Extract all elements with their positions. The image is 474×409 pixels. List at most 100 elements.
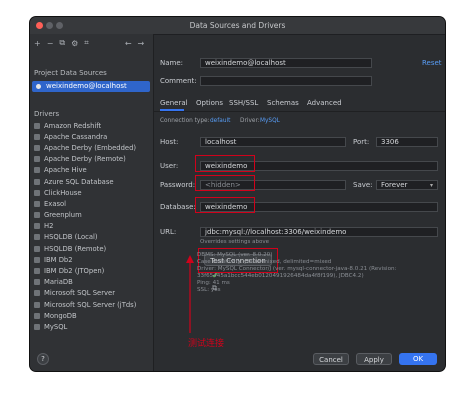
driver-item[interactable]: HSQLDB (Local) [34, 232, 150, 243]
driver-value[interactable]: MySQL [260, 118, 280, 124]
driver-label: MariaDB [44, 278, 73, 287]
tab-advanced[interactable]: Advanced [307, 99, 342, 107]
database-icon [34, 200, 40, 207]
settings-icon[interactable]: ⚙ [71, 39, 78, 48]
selected-data-source[interactable]: weixindemo@localhost [32, 81, 150, 92]
host-field[interactable]: localhost [200, 137, 346, 147]
driver-item[interactable]: Apache Cassandra [34, 131, 150, 142]
password-label: Password: [160, 181, 196, 189]
cancel-button[interactable]: Cancel [313, 353, 349, 365]
status-line: 33f65445a1bcc544eb0120491926484da4f8f199… [197, 273, 364, 279]
driver-label: ClickHouse [44, 188, 82, 197]
driver-label: HSQLDB (Remote) [44, 244, 107, 253]
database-icon [34, 312, 40, 319]
driver-item[interactable]: Apache Hive [34, 165, 150, 176]
database-icon [34, 122, 40, 129]
driver-item[interactable]: Apache Derby (Embedded) [34, 142, 150, 153]
apply-button[interactable]: Apply [356, 353, 392, 365]
data-source-label: weixindemo@localhost [46, 82, 127, 90]
driver-item[interactable]: ClickHouse [34, 187, 150, 198]
connection-type-label: Connection type: [160, 118, 210, 124]
driver-label: Apache Derby (Remote) [44, 155, 126, 164]
driver-item[interactable]: Greenplum [34, 210, 150, 221]
active-tab-indicator [160, 109, 184, 111]
add-icon[interactable]: + [34, 39, 41, 48]
comment-field[interactable] [200, 76, 372, 86]
mysql-icon [36, 84, 41, 89]
driver-label: IBM Db2 (JTOpen) [44, 267, 105, 276]
chart-icon[interactable]: ⌗ [84, 38, 89, 48]
comment-label: Comment: [160, 77, 197, 85]
port-field[interactable]: 3306 [376, 137, 438, 147]
status-line: SSL: yes [197, 287, 221, 293]
driver-item[interactable]: IBM Db2 (JTOpen) [34, 265, 150, 276]
driver-item[interactable]: MariaDB [34, 277, 150, 288]
driver-label: Exasol [44, 199, 67, 208]
driver-item[interactable]: Azure SQL Database [34, 176, 150, 187]
save-select-value: Forever [381, 181, 408, 189]
driver-label: IBM Db2 [44, 255, 73, 264]
driver-label: MongoDB [44, 311, 77, 320]
save-select[interactable]: Forever ▾ [376, 180, 438, 190]
ok-button[interactable]: OK [399, 353, 437, 365]
highlight-password [195, 175, 255, 191]
annotation-text: 测试连接 [188, 339, 225, 349]
tab-sshssl[interactable]: SSH/SSL [229, 99, 258, 107]
database-icon [34, 245, 40, 252]
highlight-database [195, 197, 255, 213]
database-icon [34, 178, 40, 185]
tab-options[interactable]: Options [196, 99, 223, 107]
driver-item[interactable]: Microsoft SQL Server [34, 288, 150, 299]
driver-item[interactable]: H2 [34, 221, 150, 232]
driver-item[interactable]: HSQLDB (Remote) [34, 243, 150, 254]
driver-item[interactable]: Microsoft SQL Server (jTds) [34, 299, 150, 310]
database-icon [34, 301, 40, 308]
connection-type-value[interactable]: default [210, 118, 230, 124]
database-icon [34, 189, 40, 196]
database-icon [34, 268, 40, 275]
database-icon [34, 212, 40, 219]
remove-icon[interactable]: − [47, 39, 54, 48]
dialog-window: Data Sources and Drivers + − ⧉ ⚙ ⌗ ← → P… [30, 17, 445, 371]
reset-link[interactable]: Reset [422, 59, 442, 67]
driver-item[interactable]: Amazon Redshift [34, 120, 150, 131]
help-button[interactable]: ? [37, 353, 49, 365]
database-icon [34, 234, 40, 241]
database-icon [34, 144, 40, 151]
driver-item[interactable]: MySQL [34, 321, 150, 332]
window-title: Data Sources and Drivers [189, 21, 286, 30]
settings-tabs: General Options SSH/SSL Schemas Advanced [154, 97, 445, 112]
forward-icon[interactable]: → [138, 39, 145, 48]
chevron-down-icon: ▾ [429, 182, 433, 189]
database-icon [34, 279, 40, 286]
driver-list: Amazon Redshift Apache Cassandra Apache De… [34, 120, 150, 333]
name-label: Name: [160, 59, 184, 67]
copy-icon[interactable]: ⧉ [59, 38, 65, 48]
driver-item[interactable]: IBM Db2 [34, 254, 150, 265]
tab-general[interactable]: General [160, 99, 188, 107]
tab-schemas[interactable]: Schemas [267, 99, 299, 107]
host-label: Host: [160, 138, 179, 146]
highlight-user [195, 155, 255, 172]
driver-label: Driver: [240, 118, 260, 124]
database-icon [34, 133, 40, 140]
connection-status: DBMS: MySQL (ver. 8.0.20) Case sensitivit… [197, 252, 396, 294]
status-line: Case sensitivity: plain=mixed, delimited… [197, 259, 332, 265]
url-field[interactable]: jdbc:mysql://localhost:3306/weixindemo [200, 227, 438, 237]
status-line: DBMS: MySQL (ver. 8.0.20) [197, 252, 273, 258]
driver-label: Apache Cassandra [44, 132, 108, 141]
driver-label: Apache Derby (Embedded) [44, 143, 137, 152]
driver-item[interactable]: Exasol [34, 198, 150, 209]
status-line: Driver: MySQL Connector/J (ver. mysql-co… [197, 266, 397, 272]
database-label: Database: [160, 203, 196, 211]
driver-label: H2 [44, 222, 54, 231]
driver-label: Azure SQL Database [44, 177, 114, 186]
back-icon[interactable]: ← [125, 39, 132, 48]
driver-item[interactable]: MongoDB [34, 310, 150, 321]
name-field[interactable]: weixindemo@localhost [200, 58, 372, 68]
driver-label: Greenplum [44, 211, 82, 220]
save-label: Save: [353, 181, 373, 189]
database-icon [34, 323, 40, 330]
driver-label: MySQL [44, 322, 68, 331]
driver-item[interactable]: Apache Derby (Remote) [34, 154, 150, 165]
